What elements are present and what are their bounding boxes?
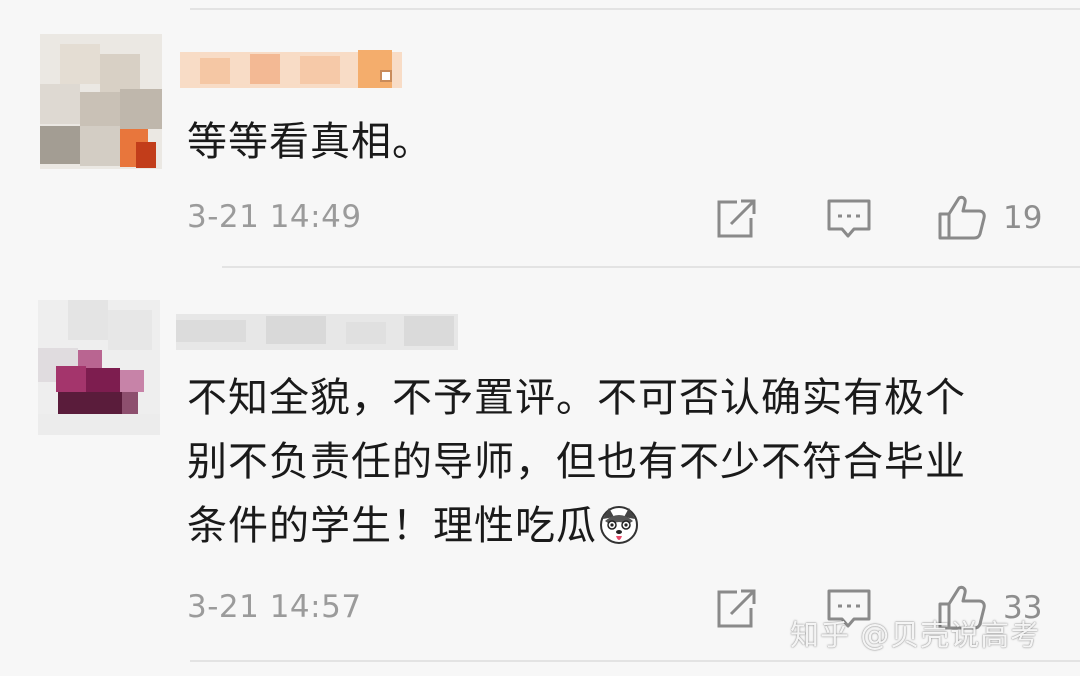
timestamp: 3-21 14:57 xyxy=(187,589,362,625)
timestamp: 3-21 14:49 xyxy=(187,199,362,235)
comment-text-line: 不知全貌，不予置评。不可否认确实有极个 xyxy=(187,375,966,421)
comment-text-line: 别不负责任的导师，但也有不少不符合毕业 xyxy=(187,439,966,485)
watermark: 知乎 @贝壳说高考 xyxy=(790,618,1041,652)
comment-text: 不知全貌，不予置评。不可否认确实有极个 别不负责任的导师，但也有不少不符合毕业 … xyxy=(187,372,1067,552)
username[interactable] xyxy=(180,48,402,92)
share-icon[interactable] xyxy=(713,198,757,240)
comment-icon[interactable] xyxy=(826,198,872,240)
share-icon[interactable] xyxy=(713,588,757,630)
username[interactable] xyxy=(176,312,458,354)
husky-emoji-icon xyxy=(600,506,638,544)
bottom-divider xyxy=(190,660,1080,662)
avatar[interactable] xyxy=(40,34,162,169)
avatar[interactable] xyxy=(38,300,160,435)
comment-text-line: 条件的学生！理性吃瓜 xyxy=(187,503,597,549)
thumbs-up-icon[interactable] xyxy=(937,194,987,242)
comment-text: 等等看真相。 xyxy=(187,119,433,165)
like-count: 19 xyxy=(1003,200,1043,236)
comment-divider xyxy=(222,266,1080,268)
top-divider xyxy=(190,8,1080,10)
